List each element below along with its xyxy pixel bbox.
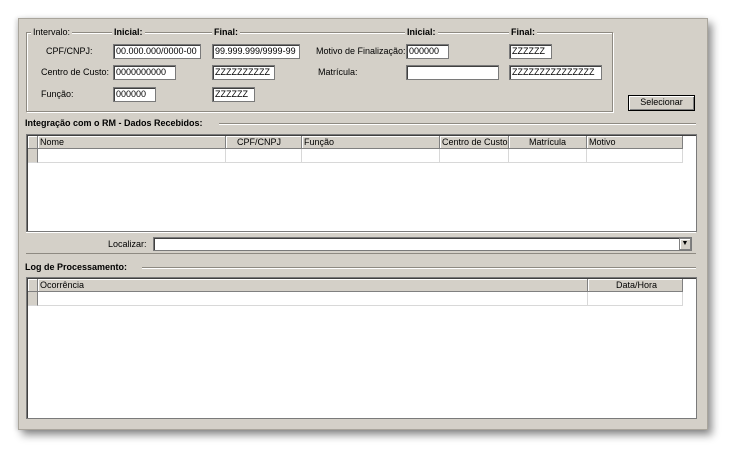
col-matricula[interactable]: Matrícula <box>509 136 587 149</box>
integracao-grid-header: Nome CPF/CNPJ Função Centro de Custo Mat… <box>28 136 683 149</box>
final-header: Final: <box>212 27 240 37</box>
funcao-inicial-input[interactable]: 000000 <box>113 87 156 102</box>
integracao-divider <box>219 123 696 125</box>
motivo-final-input[interactable]: ZZZZZZ <box>509 44 552 59</box>
matricula-label: Matrícula: <box>318 67 358 77</box>
dropdown-arrow-icon[interactable]: ▼ <box>679 238 691 250</box>
matricula-final-input[interactable]: ZZZZZZZZZZZZZZZ <box>509 65 602 80</box>
integracao-title: Integração com o RM - Dados Recebidos: <box>25 118 203 128</box>
col-nome[interactable]: Nome <box>38 136 226 149</box>
funcao-label: Função: <box>41 89 74 99</box>
cpf-final-input[interactable]: 99.999.999/9999-99 <box>212 44 300 59</box>
motivo-inicial-input[interactable]: 000000 <box>406 44 449 59</box>
col-cpf-cnpj[interactable]: CPF/CNPJ <box>226 136 302 149</box>
cpf-inicial-input[interactable]: 00.000.000/0000-00 <box>113 44 201 59</box>
centro-custo-label: Centro de Custo: <box>41 67 110 77</box>
funcao-final-input[interactable]: ZZZZZZ <box>212 87 255 102</box>
localizar-combo[interactable]: ▼ <box>153 237 692 251</box>
log-divider <box>142 267 696 269</box>
integracao-grid[interactable]: Nome CPF/CNPJ Função Centro de Custo Mat… <box>26 134 697 232</box>
col-centro-custo[interactable]: Centro de Custo <box>440 136 509 149</box>
row-indicator-header <box>28 279 38 292</box>
motivo-label: Motivo de Finalização: <box>316 46 406 56</box>
cpf-label: CPF/CNPJ: <box>46 46 93 56</box>
final-header-right: Final: <box>509 27 537 37</box>
interval-legend: Intervalo: <box>31 27 73 37</box>
row-indicator-header <box>28 136 38 149</box>
col-data-hora[interactable]: Data/Hora <box>588 279 683 292</box>
main-window: Intervalo: Inicial: Final: Inicial: Fina… <box>18 18 708 430</box>
log-grid[interactable]: Ocorrência Data/Hora <box>26 277 697 419</box>
inicial-header: Inicial: <box>112 27 145 37</box>
inicial-header-right: Inicial: <box>405 27 438 37</box>
col-motivo[interactable]: Motivo <box>587 136 683 149</box>
log-title: Log de Processamento: <box>25 262 128 272</box>
centro-custo-inicial-input[interactable]: 0000000000 <box>113 65 176 80</box>
table-row[interactable] <box>28 149 683 163</box>
row-indicator <box>28 149 38 163</box>
localizar-label: Localizar: <box>108 239 147 249</box>
table-row[interactable] <box>28 292 683 306</box>
col-ocorrencia[interactable]: Ocorrência <box>38 279 588 292</box>
selecionar-button[interactable]: Selecionar <box>628 95 695 111</box>
matricula-inicial-input[interactable] <box>406 65 499 80</box>
row-indicator <box>28 292 38 306</box>
col-funcao[interactable]: Função <box>302 136 440 149</box>
centro-custo-final-input[interactable]: ZZZZZZZZZZ <box>212 65 275 80</box>
log-grid-header: Ocorrência Data/Hora <box>28 279 683 292</box>
